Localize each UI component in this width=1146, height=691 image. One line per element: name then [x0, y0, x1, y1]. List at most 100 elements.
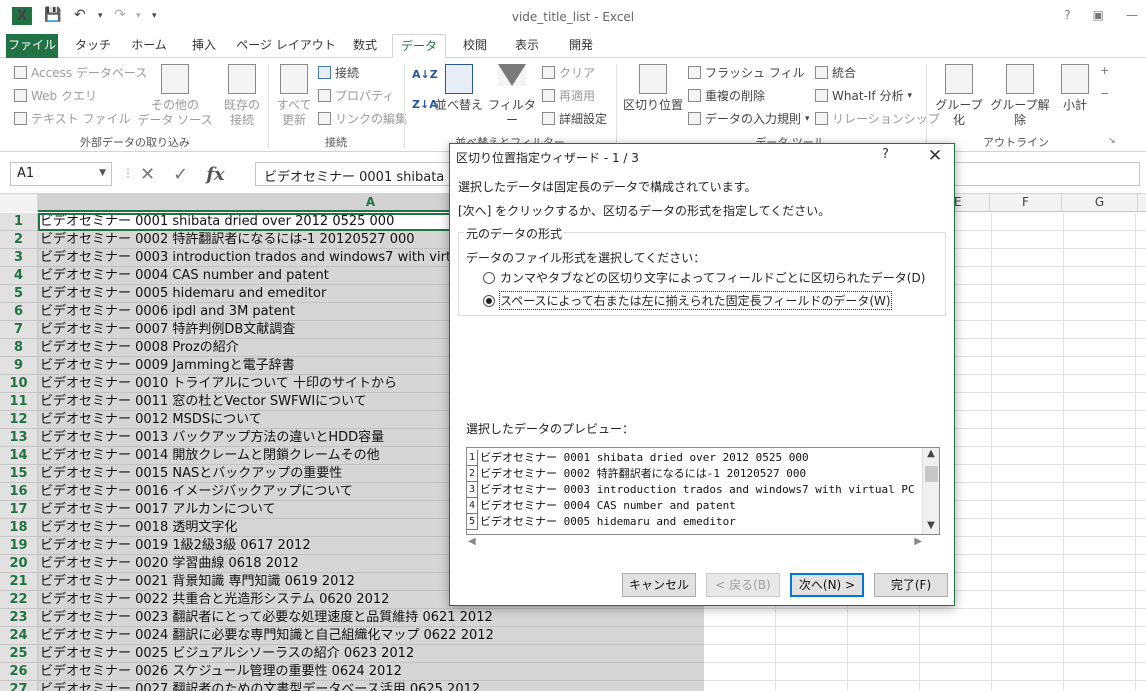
web-query-button[interactable]: Web クエリ	[14, 87, 97, 104]
row-header[interactable]: 8	[0, 339, 38, 357]
empty-cells[interactable]	[704, 609, 1146, 627]
remove-duplicates-button[interactable]: 重複の削除	[688, 87, 765, 104]
scroll-up-icon[interactable]: ▲	[923, 448, 939, 459]
edit-links-button[interactable]: リンクの編集	[318, 110, 407, 127]
cancel-icon[interactable]: ✕	[140, 164, 155, 185]
row-header[interactable]: 26	[0, 663, 38, 681]
row-header[interactable]: 1	[0, 213, 38, 231]
row-header[interactable]: 21	[0, 573, 38, 591]
dialog-close-icon[interactable]: ✕	[920, 144, 950, 168]
tab-view[interactable]: 表示	[506, 34, 548, 58]
row-header[interactable]: 5	[0, 285, 38, 303]
row-header[interactable]: 18	[0, 519, 38, 537]
select-all-corner[interactable]	[0, 194, 38, 212]
column-header-g[interactable]: G	[1062, 194, 1138, 212]
scroll-down-icon[interactable]: ▼	[923, 520, 939, 531]
refresh-all-button[interactable]: すべて 更新	[272, 64, 316, 128]
row-header[interactable]: 27	[0, 681, 38, 691]
row-header[interactable]: 22	[0, 591, 38, 609]
text-to-columns-button[interactable]: 区切り位置	[622, 64, 684, 113]
properties-button[interactable]: プロパティ	[318, 87, 394, 104]
tab-insert[interactable]: 挿入	[184, 34, 224, 58]
row-header[interactable]: 7	[0, 321, 38, 339]
row-header[interactable]: 25	[0, 645, 38, 663]
what-if-analysis-button[interactable]: What-If 分析▾	[815, 87, 912, 104]
tab-page-layout[interactable]: ページ レイアウト	[236, 34, 336, 58]
access-database-button[interactable]: Access データベース	[14, 64, 147, 81]
row-header[interactable]: 13	[0, 429, 38, 447]
finish-button[interactable]: 完了(F)	[874, 573, 948, 597]
cell-a[interactable]: ビデオセミナー 0024 翻訳に必要な専門知識と自己組織化マップ 0622 20…	[38, 627, 704, 645]
row-header[interactable]: 10	[0, 375, 38, 393]
scroll-right-icon[interactable]: ▶	[914, 536, 922, 547]
radio-fixed-width[interactable]: スペースによって右または左に揃えられた固定長フィールドのデータ(W)	[483, 292, 891, 309]
ungroup-button[interactable]: グループ解除	[988, 64, 1052, 128]
row-header[interactable]: 4	[0, 267, 38, 285]
row-header[interactable]: 11	[0, 393, 38, 411]
show-detail-icon[interactable]: +	[1100, 64, 1109, 77]
tab-home[interactable]: ホーム	[126, 34, 172, 58]
row-header[interactable]: 24	[0, 627, 38, 645]
empty-cells[interactable]	[704, 663, 1146, 681]
preview-horizontal-scrollbar[interactable]: ◀ ▶	[466, 536, 924, 550]
row-header[interactable]: 16	[0, 483, 38, 501]
scroll-left-icon[interactable]: ◀	[468, 536, 476, 547]
row-header[interactable]: 15	[0, 465, 38, 483]
hide-detail-icon[interactable]: −	[1100, 87, 1109, 100]
tab-review[interactable]: 校閲	[454, 34, 496, 58]
next-button[interactable]: 次へ(N) >	[790, 573, 864, 597]
text-file-button[interactable]: テキスト ファイル	[14, 110, 130, 127]
row-header[interactable]: 9	[0, 357, 38, 375]
cell-a[interactable]: ビデオセミナー 0026 スケジュール管理の重要性 0624 2012	[38, 663, 704, 681]
row-header[interactable]: 19	[0, 537, 38, 555]
row-header[interactable]: 3	[0, 249, 38, 267]
tab-data[interactable]: データ	[392, 34, 446, 59]
preview-vertical-scrollbar[interactable]: ▲ ▼	[922, 448, 939, 534]
consolidate-button[interactable]: 統合	[815, 64, 856, 81]
relationships-button[interactable]: リレーションシップ	[815, 110, 940, 127]
other-sources-button[interactable]: その他の データ ソース	[136, 64, 214, 128]
insert-function-icon[interactable]: fx	[206, 164, 224, 185]
data-preview[interactable]: 1ビデオセミナー 0001 shibata dried over 2012 05…	[466, 447, 940, 535]
cell-a[interactable]: ビデオセミナー 0027 翻訳者のための文書型データベース活用 0625 201…	[38, 681, 704, 691]
scroll-thumb[interactable]	[925, 466, 938, 482]
dialog-launcher-icon[interactable]: ↘	[1108, 136, 1116, 146]
radio-button-delimited[interactable]	[483, 272, 495, 284]
cell-a[interactable]: ビデオセミナー 0023 翻訳者にとって必要な処理速度と品質維持 0621 20…	[38, 609, 704, 627]
cell-a[interactable]: ビデオセミナー 0025 ビジュアルシソーラスの紹介 0623 2012	[38, 645, 704, 663]
row-header[interactable]: 6	[0, 303, 38, 321]
empty-cells[interactable]	[704, 627, 1146, 645]
sort-button[interactable]: 並べ替え	[434, 64, 484, 113]
radio-delimited[interactable]: カンマやタブなどの区切り文字によってフィールドごとに区切られたデータ(D)	[483, 269, 925, 286]
empty-cells[interactable]	[704, 645, 1146, 663]
row-header[interactable]: 20	[0, 555, 38, 573]
row-header[interactable]: 14	[0, 447, 38, 465]
enter-icon[interactable]: ✓	[173, 164, 188, 185]
ribbon-display-icon[interactable]: ▣	[1093, 8, 1104, 22]
connections-button[interactable]: 接続	[318, 64, 359, 81]
column-header-f[interactable]: F	[990, 194, 1062, 212]
row-header[interactable]: 23	[0, 609, 38, 627]
reapply-button[interactable]: 再適用	[542, 87, 595, 104]
row-header[interactable]: 2	[0, 231, 38, 249]
row-header[interactable]: 12	[0, 411, 38, 429]
tab-touch[interactable]: タッチ	[72, 34, 114, 58]
radio-button-fixed-width[interactable]	[483, 295, 495, 307]
tab-file[interactable]: ファイル	[6, 34, 58, 58]
cancel-button[interactable]: キャンセル	[622, 573, 696, 597]
name-box[interactable]: A1 ▼	[10, 162, 112, 186]
dialog-help-button[interactable]: ?	[882, 147, 889, 162]
clear-button[interactable]: クリア	[542, 64, 595, 81]
tab-formulas[interactable]: 数式	[344, 34, 386, 58]
subtotal-button[interactable]: 小計	[1056, 64, 1094, 113]
tab-developer[interactable]: 開発	[558, 34, 604, 58]
data-validation-button[interactable]: データの入力規則▾	[688, 110, 810, 127]
group-button[interactable]: グループ化	[930, 64, 988, 128]
filter-button[interactable]: フィルター	[488, 64, 536, 128]
help-button[interactable]: ?	[1064, 8, 1070, 22]
existing-connections-button[interactable]: 既存の 接続	[220, 64, 264, 128]
row-header[interactable]: 17	[0, 501, 38, 519]
empty-cells[interactable]	[704, 681, 1146, 691]
flash-fill-button[interactable]: フラッシュ フィル	[688, 64, 805, 81]
advanced-filter-button[interactable]: 詳細設定	[542, 110, 607, 127]
